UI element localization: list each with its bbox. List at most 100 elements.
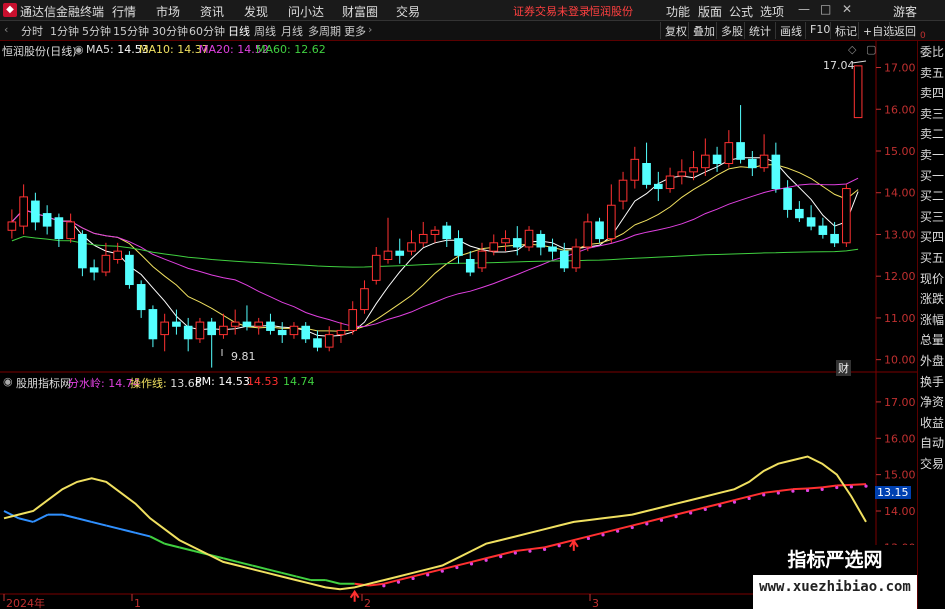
side-item-10: 买五 [920,251,945,265]
menu-options[interactable]: 选项 [760,3,784,20]
candle-body [277,329,287,336]
kline-chart[interactable]: 17.00 16.00 15.00 14.00 13.00 12.00 11.00 10.00… [0,41,917,609]
main-y-tick-label: 15.00 [884,145,916,158]
diamond-icon[interactable]: ◇ [848,43,856,56]
period-5min[interactable]: 5分钟 [82,23,111,39]
x-tick-label: 3 [592,597,599,609]
candle-body [689,167,698,173]
period-1min[interactable]: 1分钟 [50,23,79,39]
side-item-19[interactable]: 自动 [920,434,945,452]
watershed-segment [135,531,151,538]
side-item-20[interactable]: 交易 [920,455,945,473]
box-icon[interactable]: ▢ [866,43,876,56]
period-monthly[interactable]: 月线 [281,23,303,39]
close-icon[interactable]: ✕ [842,2,852,16]
menu-market[interactable]: 市场 [156,3,180,20]
quote-side-panel: 0 委比 卖五 卖四 卖三 卖二 卖一 买一 买二 买三 买四 买五 现价 涨跌 涨幅 总量 外盘 换手 净资 收益… [917,31,945,609]
statistics-button[interactable]: 统计 [744,22,775,39]
draw-line-button[interactable]: 画线 [775,22,806,39]
candle-body [465,258,475,273]
watershed-segment [456,560,472,567]
candle-body [454,238,463,256]
menu-discover[interactable]: 发现 [244,3,268,20]
candle-body [183,325,193,340]
watershed-segment [62,513,78,520]
candle-body [89,267,99,273]
menu-trade[interactable]: 交易 [396,3,420,20]
menu-layout[interactable]: 版面 [698,3,722,20]
candle-body [148,309,158,340]
watershed-dot [864,484,868,488]
candle-body [795,208,804,219]
candle-body [160,321,169,336]
candle-body [418,233,428,244]
watershed-dot [557,544,561,548]
menu-news[interactable]: 资讯 [200,3,224,20]
multi-stock-button[interactable]: 多股 [716,22,747,39]
watershed-segment [515,548,531,552]
menu-formula[interactable]: 公式 [729,3,753,20]
side-item-14: 总量 [920,333,945,348]
sub-y-tick-label: 16.00 [884,432,916,445]
watershed-dot [411,576,415,581]
overlay-button[interactable]: 叠加 [688,22,719,39]
watershed-segment [164,542,180,549]
watershed-segment [471,557,487,563]
period-intraday[interactable]: 分时 [21,23,43,39]
trade-login-warning[interactable]: 证券交易未登录 [513,3,590,19]
restore-rights-button[interactable]: 复权 [660,22,691,39]
low-price-label: 9.81 [231,350,256,363]
watershed-dot [542,547,547,551]
maximize-icon[interactable]: □ [820,2,831,16]
mark-button[interactable]: 标记 [830,22,861,39]
period-daily[interactable]: 日线 [228,23,250,39]
candle-body [818,225,828,235]
side-item-8: 买三 [920,209,945,224]
watershed-dot [791,489,795,493]
period-multi[interactable]: 多周期 [308,23,341,39]
period-30min[interactable]: 30分钟 [152,23,188,39]
candle-body [524,229,534,248]
watershed-segment [822,484,837,489]
user-guest[interactable]: 游客 [893,3,917,20]
candle-body [254,321,264,327]
menu-market-quotes[interactable]: 行情 [112,3,136,20]
watershed-segment [18,517,34,523]
watershed-segment [500,550,516,556]
period-60min[interactable]: 60分钟 [189,23,225,39]
period-more[interactable]: 更多 [344,23,366,39]
menu-wealth-circle[interactable]: 财富圈 [342,3,378,20]
side-item-2: 卖四 [920,86,945,101]
menu-ask-xiaoda[interactable]: 问小达 [288,3,324,20]
back-button[interactable]: 返回 [889,22,920,39]
watershed-segment [398,575,414,582]
period-15min[interactable]: 15分钟 [113,23,149,39]
watershed-dot [528,549,532,553]
candle-body [407,242,416,252]
candle-body [653,183,663,190]
period-weekly[interactable]: 周线 [254,23,276,39]
candle-body [712,154,722,165]
sub-settings-icon[interactable]: ◉ [3,375,13,388]
main-y-tick-label: 11.00 [884,312,916,325]
watershed-segment [573,535,589,542]
candle-body [489,242,499,252]
period-toolbar: ‹ 分时 1分钟 5分钟 15分钟 30分钟 60分钟 日线 周线 月线 多周期… [0,21,945,41]
watershed-segment [719,499,735,505]
candle-body [101,254,111,273]
menu-functions[interactable]: 功能 [666,3,690,20]
watershed-dot [601,533,605,537]
main-y-tick-label: 10.00 [884,354,916,367]
candle-body [736,142,745,160]
watershed-dot [426,573,430,577]
watershed-dot [396,580,401,584]
watershed-segment [646,517,662,523]
chevron-down-icon[interactable]: › [368,23,372,36]
finance-marker[interactable]: 财 [836,360,851,376]
chevron-left-icon[interactable]: ‹ [4,23,8,36]
settings-gear-icon[interactable]: ◉ [74,43,84,56]
candle-body [842,188,851,244]
minimize-icon[interactable]: — [798,2,810,16]
candle-body [430,229,440,235]
watershed-segment [690,506,706,512]
